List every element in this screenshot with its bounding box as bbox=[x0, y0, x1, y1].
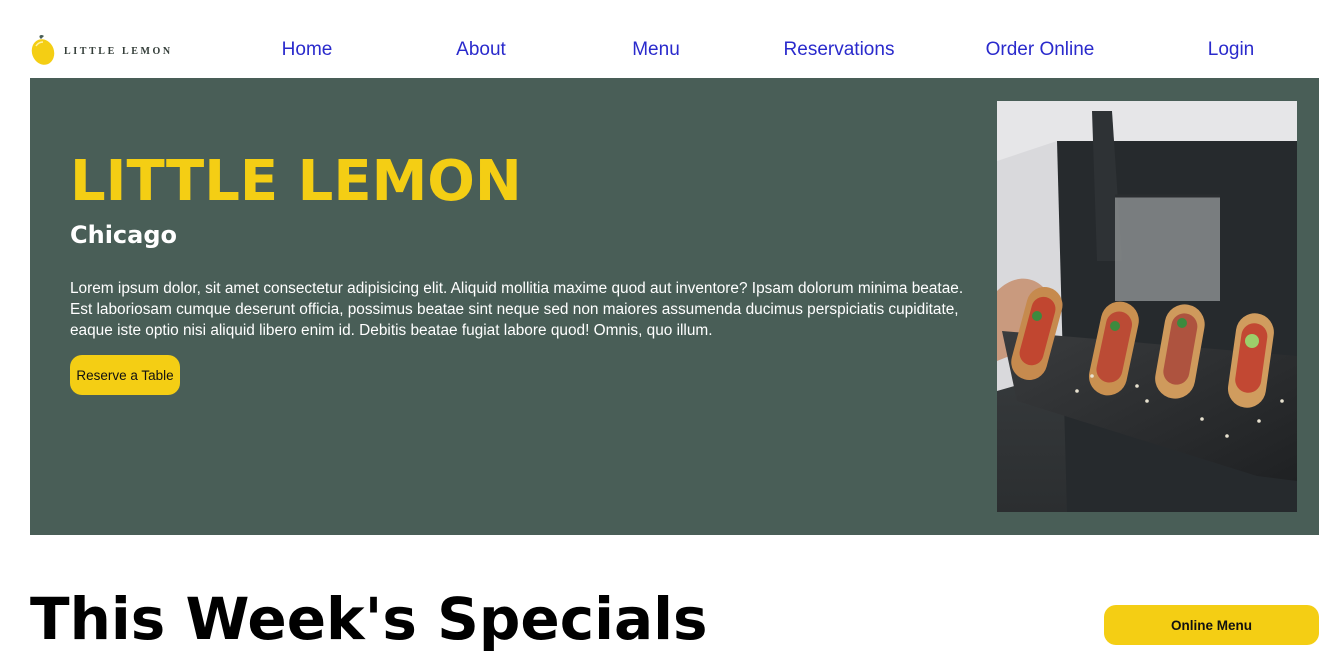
nav-reservations[interactable]: Reservations bbox=[784, 38, 895, 62]
hero-description: Lorem ipsum dolor, sit amet consectetur … bbox=[70, 280, 964, 339]
site-header: LITTLE LEMON Home About Menu Reservation… bbox=[0, 0, 1341, 78]
logo-text: LITTLE LEMON bbox=[64, 45, 173, 57]
hero-section: LITTLE LEMON Chicago Lorem ipsum dolor, … bbox=[30, 78, 1319, 535]
specials-title: This Week's Specials bbox=[30, 585, 708, 653]
nav-order-online[interactable]: Order Online bbox=[986, 38, 1095, 62]
nav-home[interactable]: Home bbox=[282, 38, 333, 62]
nav-about[interactable]: About bbox=[456, 38, 506, 62]
hero-image bbox=[997, 101, 1297, 512]
nav-login[interactable]: Login bbox=[1208, 38, 1255, 62]
logo[interactable]: LITTLE LEMON bbox=[30, 34, 173, 66]
hero-subtitle: Chicago bbox=[70, 221, 178, 249]
online-menu-button[interactable]: Online Menu bbox=[1104, 605, 1319, 645]
reserve-table-button[interactable]: Reserve a Table bbox=[70, 355, 180, 395]
page: LITTLE LEMON Home About Menu Reservation… bbox=[0, 0, 1341, 655]
hero-title: LITTLE LEMON bbox=[70, 149, 522, 214]
nav-menu[interactable]: Menu bbox=[632, 38, 680, 62]
chef-serving-appetizers-image bbox=[997, 101, 1297, 512]
lemon-icon bbox=[31, 34, 55, 65]
